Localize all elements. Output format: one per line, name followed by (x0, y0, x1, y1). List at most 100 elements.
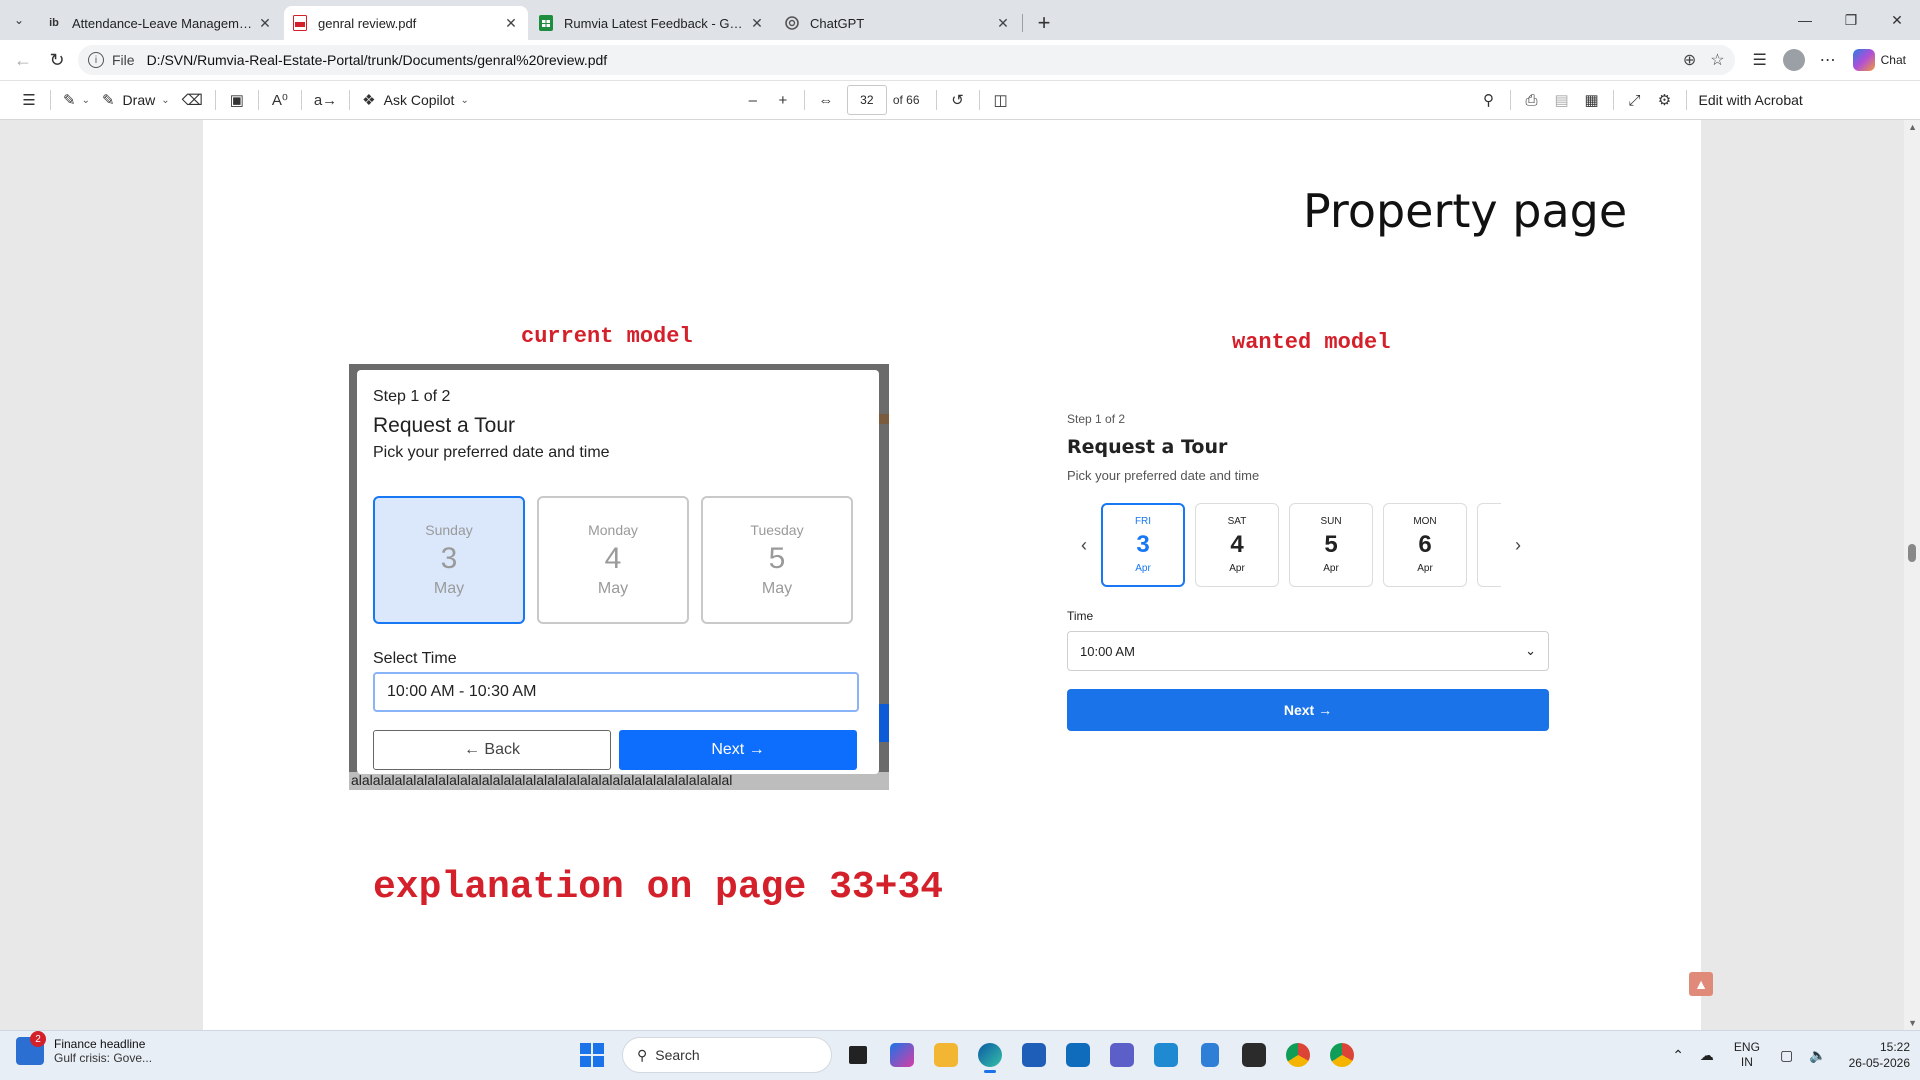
scroll-down-icon[interactable]: ▼ (1908, 1018, 1917, 1028)
tab-rumvia-feedback[interactable]: Rumvia Latest Feedback - Google ✕ (530, 6, 774, 40)
tab-chatgpt[interactable]: ChatGPT ✕ (776, 6, 1020, 40)
minus-icon: – (748, 91, 757, 109)
ms-store-icon[interactable] (1016, 1037, 1052, 1073)
tab-genral-review[interactable]: genral review.pdf ✕ (284, 6, 528, 40)
back-nav-button[interactable]: ← (6, 43, 40, 77)
find-button[interactable]: ⚲ (1474, 84, 1504, 116)
minimize-button[interactable]: — (1782, 0, 1828, 40)
reload-button[interactable]: ↻ (40, 43, 74, 77)
search-label: Search (655, 1047, 700, 1063)
read-aloud-button[interactable]: A⁰ (265, 84, 295, 116)
profile-avatar[interactable] (1777, 43, 1811, 77)
day-number: 4 (604, 542, 622, 575)
close-icon[interactable]: ✕ (502, 15, 520, 32)
display-icon[interactable]: ▢ (1780, 1047, 1793, 1064)
plus-icon: + (1037, 10, 1051, 35)
zoom-out-button[interactable]: – (738, 84, 768, 116)
close-icon[interactable]: ✕ (256, 15, 274, 32)
toolbar-separator (214, 90, 216, 110)
back-button: ← Back (373, 730, 611, 770)
more-icon[interactable]: ⋯ (1811, 43, 1845, 77)
language-indicator[interactable]: ENG IN (1734, 1040, 1760, 1070)
add-text-button[interactable]: ▣ (222, 84, 252, 116)
volume-icon[interactable]: 🔈 (1809, 1047, 1826, 1064)
vertical-scrollbar[interactable]: ▲ ▼ (1904, 120, 1920, 1030)
draw-label: Draw (122, 92, 156, 108)
background-text: alalalalalalalalalalalalalalalalalalalal… (349, 772, 889, 790)
ib-favicon-icon: ib (49, 17, 59, 29)
zoom-icon[interactable]: ⊕ (1683, 50, 1696, 70)
rotate-button[interactable]: ↺ (943, 84, 973, 116)
current-model-screenshot: alalalalalalalalalalalalalalalalalalalal… (349, 364, 889, 790)
erase-button[interactable]: ⌫ (176, 84, 209, 116)
fit-width-button[interactable]: ⇔ (811, 84, 841, 116)
favorites-icon[interactable]: ☰ (1743, 43, 1777, 77)
pdf-viewer[interactable]: Property page current model wanted model… (0, 120, 1920, 1030)
clock-date: 26-05-2026 (1848, 1056, 1910, 1070)
plus-icon: + (778, 91, 788, 109)
day-number: 5 (1324, 531, 1338, 558)
translate-icon: a→ (313, 91, 338, 109)
save-button[interactable]: ▤ (1547, 84, 1577, 116)
contents-icon[interactable]: ☰ (14, 84, 44, 116)
restore-button[interactable]: ❐ (1828, 0, 1874, 40)
taskbar-search[interactable]: ⚲ Search (622, 1037, 832, 1073)
chrome-icon[interactable] (1324, 1037, 1360, 1073)
tab-attendance[interactable]: ib Attendance-Leave Management Sy ✕ (38, 6, 282, 40)
info-icon[interactable]: i (88, 52, 104, 68)
read-aloud-icon: A⁰ (271, 92, 288, 109)
tab-actions-menu[interactable]: ⌄ (0, 0, 38, 40)
print-button[interactable]: ⎙ (1517, 84, 1547, 116)
store-app-icon[interactable] (884, 1037, 920, 1073)
edge-browser-icon[interactable] (972, 1037, 1008, 1073)
scrollbar-thumb[interactable] (1908, 544, 1916, 562)
terminal-icon[interactable] (1236, 1037, 1272, 1073)
network-status-icon[interactable]: ☁ (1700, 1047, 1714, 1064)
star-icon[interactable]: ☆ (1710, 50, 1724, 70)
toolbar-separator (349, 90, 351, 110)
time-select: 10:00 AM ⌄ (1067, 631, 1549, 671)
url-omnibox[interactable]: i File D:/SVN/Rumvia-Real-Estate-Portal/… (78, 45, 1735, 75)
news-icon: 2 (16, 1031, 46, 1065)
acrobat-icon[interactable]: ▲ (1689, 972, 1713, 996)
page-view-button[interactable]: ◫ (986, 84, 1016, 116)
chatgpt-favicon-icon (784, 15, 800, 31)
chrome-icon[interactable] (1280, 1037, 1316, 1073)
highlight-button[interactable]: ✎ ⌄ (57, 84, 96, 116)
time-select-value: 10:00 AM (1080, 643, 1135, 659)
chevron-up-icon[interactable]: ⌃ (1672, 1047, 1684, 1064)
url-text[interactable]: D:/SVN/Rumvia-Real-Estate-Portal/trunk/D… (147, 52, 1669, 68)
search-icon: ⚲ (1483, 92, 1495, 109)
start-button[interactable] (580, 1043, 604, 1067)
save-as-button[interactable]: ▦ (1577, 84, 1607, 116)
edit-with-acrobat-button[interactable]: Edit with Acrobat (1693, 84, 1809, 116)
zoom-in-button[interactable]: + (768, 84, 798, 116)
rotate-icon: ↺ (951, 92, 964, 109)
settings-button[interactable]: ⚙ (1650, 84, 1680, 116)
close-icon[interactable]: ✕ (748, 15, 766, 32)
page-number-input[interactable]: 32 (846, 85, 887, 115)
day-name: FRI (1134, 516, 1152, 527)
copilot-chat-button[interactable]: Chat (1845, 49, 1914, 71)
date-card: SUN 5 Apr (1289, 503, 1373, 587)
translate-button[interactable]: a→ (308, 84, 343, 116)
clock[interactable]: 15:22 26-05-2026 (1849, 1039, 1910, 1071)
close-icon[interactable]: ✕ (994, 15, 1012, 32)
fullscreen-button[interactable]: ⤢ (1620, 84, 1650, 116)
task-view-icon[interactable] (840, 1037, 876, 1073)
notepad-icon[interactable] (1192, 1037, 1228, 1073)
outlook-icon[interactable] (1060, 1037, 1096, 1073)
teams-icon[interactable] (1104, 1037, 1140, 1073)
time-label: Select Time (373, 650, 457, 667)
scroll-up-icon[interactable]: ▲ (1908, 122, 1917, 132)
ask-copilot-button[interactable]: ❖ Ask Copilot ⌄ (356, 84, 475, 116)
news-widget[interactable]: 2 Finance headline Gulf crisis: Gove... (16, 1031, 152, 1065)
file-explorer-icon[interactable] (928, 1037, 964, 1073)
day-card: Monday 4 May (537, 496, 689, 624)
reload-icon: ↻ (49, 49, 65, 70)
draw-button[interactable]: ✎ Draw ⌄ (96, 84, 176, 116)
new-tab-button[interactable]: + (1027, 6, 1061, 40)
close-window-button[interactable]: ✕ (1874, 0, 1920, 40)
copilot-icon (1852, 49, 1875, 71)
vscode-icon[interactable] (1148, 1037, 1184, 1073)
